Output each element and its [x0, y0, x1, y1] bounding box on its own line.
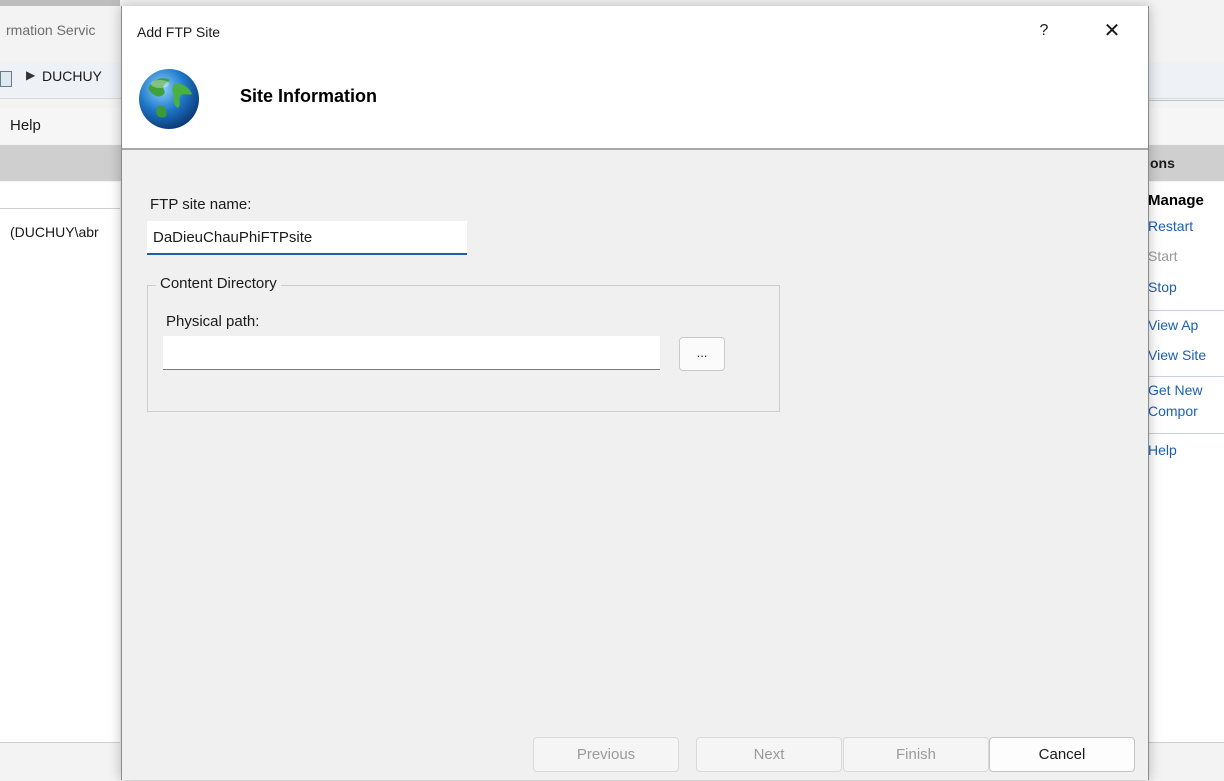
server-icon [0, 71, 12, 87]
divider [1148, 433, 1224, 434]
breadcrumb-arrow-icon[interactable]: ▶ [26, 68, 35, 82]
next-button[interactable]: Next [696, 737, 842, 772]
content-directory-legend: Content Directory [156, 275, 281, 292]
page-title: Site Information [240, 86, 378, 106]
iis-window-title: rmation Servic [6, 22, 96, 38]
dialog-title-bar[interactable]: Add FTP Site ? ✕ [122, 6, 1148, 54]
browse-button[interactable]: ... [679, 337, 725, 371]
dialog-title: Add FTP Site [137, 24, 221, 40]
action-help[interactable]: Help [1148, 441, 1177, 459]
actions-header-label: ons [1150, 155, 1175, 171]
status-bar-left [0, 742, 120, 781]
help-button[interactable]: ? [1026, 16, 1062, 46]
physical-path-label: Physical path: [166, 313, 260, 330]
connections-tree-item[interactable]: (DUCHUY\abr [10, 224, 99, 240]
breadcrumb-server[interactable]: DUCHUY [42, 68, 102, 84]
actions-pane [1148, 182, 1224, 742]
finish-button[interactable]: Finish [843, 737, 989, 772]
actions-header: ons [1148, 145, 1224, 181]
action-stop[interactable]: Stop [1148, 278, 1177, 296]
divider [1148, 310, 1224, 311]
cancel-button[interactable]: Cancel [989, 737, 1135, 772]
actions-manage-header: Manage [1148, 192, 1204, 209]
action-view-sites[interactable]: View Site [1148, 346, 1206, 364]
site-name-label: FTP site name: [150, 196, 252, 213]
physical-path-input[interactable] [163, 336, 660, 370]
add-ftp-site-dialog: Add FTP Site ? ✕ Site Information FTP si… [121, 6, 1149, 780]
wizard-header: Site Information [122, 54, 1148, 150]
divider [0, 208, 120, 209]
action-view-app-pools[interactable]: View Ap [1148, 316, 1198, 334]
close-button[interactable]: ✕ [1094, 16, 1130, 46]
previous-button[interactable]: Previous [533, 737, 679, 772]
status-bar-right [1148, 742, 1224, 781]
ftp-site-name-input[interactable] [147, 221, 467, 255]
globe-icon [139, 69, 199, 129]
action-restart[interactable]: Restart [1148, 217, 1193, 235]
action-start: Start [1148, 248, 1178, 264]
divider [1148, 376, 1224, 377]
action-get-new-components-line1[interactable]: Get New [1148, 381, 1202, 399]
connections-pane [0, 182, 120, 742]
title-accent [0, 0, 120, 6]
action-get-new-components-line2[interactable]: Compor [1148, 402, 1198, 420]
menu-help[interactable]: Help [10, 117, 41, 134]
divider [1148, 100, 1224, 101]
